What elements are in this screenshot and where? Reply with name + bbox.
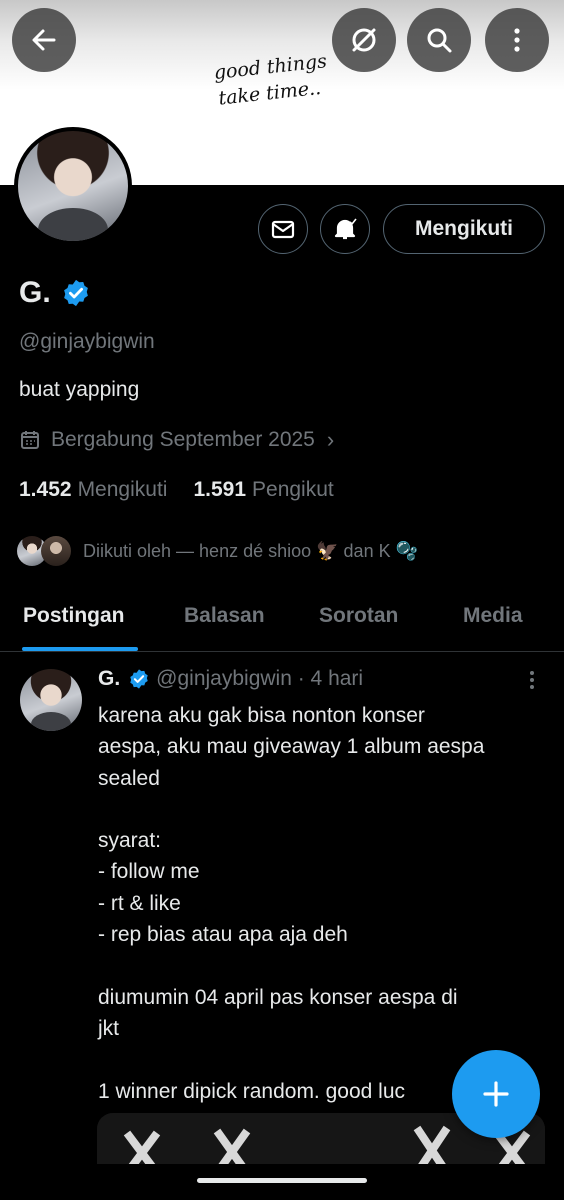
following-button[interactable]: Mengikuti [383,204,545,254]
notifications-button[interactable] [320,204,370,254]
back-icon [32,29,56,51]
followed-by-row[interactable]: Diikuti oleh — henz dé shioo 🦅 dan K 🫧 [15,533,418,569]
post-author-name[interactable]: G. [98,667,120,691]
tab-replies[interactable]: Balasan [184,604,265,628]
home-indicator[interactable] [197,1178,367,1183]
post-meta: @ginjaybigwin · 4 hari [156,667,364,690]
post-more-icon[interactable] [527,668,537,698]
follow-stats: 1.452 Mengikuti 1.591 Pengikut [19,478,360,502]
profile-avatar[interactable] [14,127,132,245]
bell-icon [334,218,357,240]
active-tab-indicator [22,647,138,651]
verified-icon [130,669,148,689]
mail-icon [271,220,295,239]
profile-tabs: Postingan Balasan Sorotan Media [0,590,564,652]
compose-button[interactable] [452,1050,540,1138]
profile-bio: buat yapping [19,378,140,401]
more-vertical-icon [514,28,520,52]
post-header: G. @ginjaybigwin · 4 hari [98,667,363,691]
joined-date: Bergabung September 2025 [51,428,315,451]
post-text: karena aku gak bisa nonton konser aespa,… [98,704,485,1103]
back-button[interactable] [12,8,76,72]
compose-plus-icon [483,1081,509,1107]
following-label[interactable]: Mengikuti [78,478,168,502]
following-count[interactable]: 1.452 [19,478,72,502]
profile-name-row: G. [19,276,91,310]
profile-name: G. [19,276,51,309]
follower-avatar [39,534,73,568]
verified-icon[interactable] [61,278,91,308]
translate-off-button[interactable] [332,8,396,72]
no-translate-icon [352,28,376,52]
avatar-image [18,131,128,241]
tab-highlights[interactable]: Sorotan [319,604,398,628]
followers-label[interactable]: Pengikut [252,478,334,502]
tab-media[interactable]: Media [463,604,523,628]
search-icon [427,28,452,53]
avatar-image [20,669,82,731]
chevron-right-icon: › [326,427,335,452]
calendar-icon [21,431,39,449]
search-button[interactable] [407,8,471,72]
post-author-avatar[interactable] [20,669,82,731]
more-options-button[interactable] [485,8,549,72]
followed-by-text: Diikuti oleh — henz dé shioo 🦅 dan K 🫧 [83,540,418,561]
followers-count[interactable]: 1.591 [193,478,246,502]
tab-posts[interactable]: Postingan [23,604,125,628]
profile-handle: @ginjaybigwin [19,330,155,353]
banner-handwriting: good things take time.. [213,48,331,112]
joined-date-row[interactable]: Bergabung September 2025 › [19,427,334,453]
message-button[interactable] [258,204,308,254]
